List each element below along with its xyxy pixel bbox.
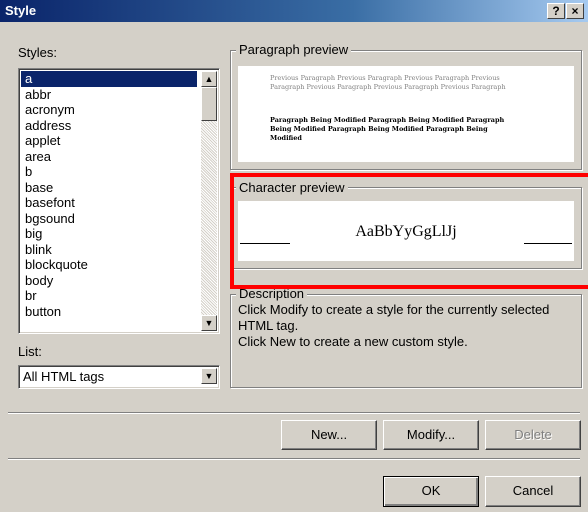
list-item[interactable]: b: [21, 164, 197, 180]
styles-scrollbar[interactable]: ▲ ▼: [201, 71, 217, 331]
help-icon[interactable]: ?: [547, 3, 565, 19]
window-title: Style: [5, 3, 37, 18]
divider: [8, 458, 580, 460]
list-label: List:: [18, 344, 42, 359]
list-item[interactable]: basefont: [21, 195, 197, 211]
description-text: Click Modify to create a style for the c…: [238, 302, 550, 349]
list-item[interactable]: body: [21, 273, 197, 289]
list-item[interactable]: bgsound: [21, 211, 197, 227]
list-item[interactable]: applet: [21, 133, 197, 149]
title-bar: Style ? ×: [0, 0, 588, 22]
close-icon[interactable]: ×: [566, 3, 584, 19]
divider: [8, 412, 580, 414]
scroll-down-icon[interactable]: ▼: [201, 315, 217, 331]
ok-button[interactable]: OK: [383, 476, 479, 507]
highlight-box: [230, 173, 588, 289]
previous-paragraph-text: Previous Paragraph Previous Paragraph Pr…: [270, 74, 506, 91]
list-item[interactable]: big: [21, 226, 197, 242]
list-dropdown[interactable]: All HTML tags ▼: [18, 365, 220, 389]
modified-paragraph-text: Paragraph Being Modified Paragraph Being…: [270, 116, 505, 142]
list-item[interactable]: a: [21, 71, 197, 87]
styles-listbox[interactable]: a abbr acronym address applet area b base basefo…: [18, 68, 220, 334]
list-item[interactable]: button: [21, 304, 197, 320]
list-item[interactable]: blink: [21, 242, 197, 258]
delete-button[interactable]: Delete: [485, 420, 581, 450]
list-item[interactable]: area: [21, 149, 197, 165]
list-item[interactable]: blockquote: [21, 257, 197, 273]
styles-list[interactable]: a abbr acronym address applet area b base basefo…: [21, 71, 197, 319]
modify-button[interactable]: Modify...: [383, 420, 479, 450]
list-item[interactable]: abbr: [21, 87, 197, 103]
new-button[interactable]: New...: [281, 420, 377, 450]
list-item[interactable]: br: [21, 288, 197, 304]
list-item[interactable]: base: [21, 180, 197, 196]
scroll-up-icon[interactable]: ▲: [201, 71, 217, 87]
chevron-down-icon[interactable]: ▼: [201, 368, 217, 384]
list-item[interactable]: address: [21, 118, 197, 134]
list-item[interactable]: acronym: [21, 102, 197, 118]
cancel-button[interactable]: Cancel: [485, 476, 581, 507]
list-dropdown-value: All HTML tags: [23, 369, 105, 384]
scroll-thumb[interactable]: [201, 87, 217, 121]
styles-label: Styles:: [18, 45, 58, 60]
paragraph-preview-box: Previous Paragraph Previous Paragraph Pr…: [238, 66, 574, 162]
paragraph-preview-title: Paragraph preview: [236, 42, 352, 57]
